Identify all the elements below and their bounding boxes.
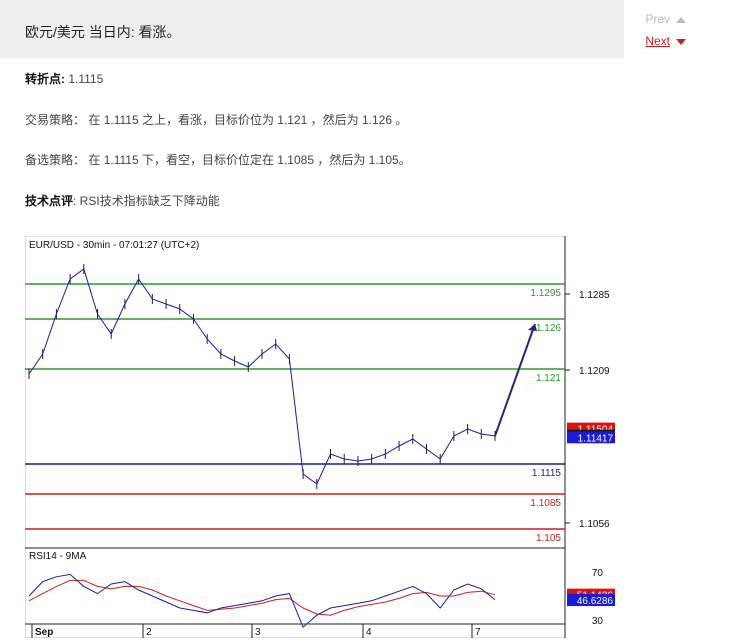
prev-label: Prev: [645, 12, 670, 26]
alternative-line: 备选策略： 在 1.1115 下，看空，目标价位定在 1.1085 ，然后为 1…: [25, 151, 411, 168]
alternative-text: 在 1.1115 下，看空，目标价位定在 1.1085 ，然后为 1.105。: [88, 153, 411, 167]
x-tick-label: 3: [255, 627, 261, 638]
pivot-line: 转折点: 1.1115: [25, 70, 103, 87]
next-label: Next: [645, 34, 670, 48]
price-chart: EUR/USD - 30min - 07:01:27 (UTC+2) RSI14 …: [25, 236, 615, 638]
next-link[interactable]: Next: [645, 34, 686, 48]
strategy-text: 在 1.1115 之上，看涨，目标价位为 1.121 ，然后为 1.126 。: [88, 113, 408, 127]
y-tick-label: 1.1209: [579, 366, 610, 377]
x-tick-label: 4: [366, 627, 372, 638]
y-tick-label: 1.1056: [579, 519, 610, 530]
level-label: 1.1085: [530, 498, 561, 509]
x-tick-label: Sep: [35, 627, 53, 638]
comment-line: 技术点评: RSI技术指标缺乏下降动能: [25, 192, 220, 209]
price-badge-label: 1.11417: [578, 433, 614, 444]
rsi-tick-label: 30: [592, 616, 604, 627]
x-tick-label: 2: [146, 627, 152, 638]
pivot-label: 转折点:: [25, 72, 65, 86]
y-tick-label: 1.1285: [579, 290, 610, 301]
pivot-value: 1.1115: [68, 72, 104, 86]
level-label: 1.105: [536, 533, 561, 544]
comment-label: 技术点评: [25, 194, 74, 208]
level-label: 1.1295: [530, 288, 561, 299]
pager: Prev Next: [645, 12, 686, 48]
x-tick-label: 7: [475, 627, 481, 638]
strategy-label: 交易策略：: [25, 113, 86, 127]
arrow-up-icon: [676, 16, 686, 23]
chart-title: EUR/USD - 30min - 07:01:27 (UTC+2): [29, 240, 199, 251]
rsi-title: RSI14 - 9MA: [29, 551, 87, 562]
rsi-badge-label: 46.6286: [577, 596, 614, 607]
comment-text: : RSI技术指标缺乏下降动能: [73, 194, 220, 208]
rsi-tick-label: 70: [592, 568, 604, 579]
arrow-down-icon: [676, 38, 686, 45]
level-label: 1.1115: [532, 468, 562, 479]
alternative-label: 备选策略：: [25, 153, 86, 167]
level-label: 1.126: [536, 323, 561, 334]
level-label: 1.121: [536, 373, 561, 384]
header-bar: 欧元/美元 当日内: 看涨。: [0, 0, 624, 58]
strategy-line: 交易策略： 在 1.1115 之上，看涨，目标价位为 1.121 ，然后为 1.…: [25, 111, 407, 128]
prev-link[interactable]: Prev: [645, 12, 686, 26]
page-title: 欧元/美元 当日内: 看涨。: [25, 24, 181, 40]
chart-frame: [25, 236, 566, 638]
